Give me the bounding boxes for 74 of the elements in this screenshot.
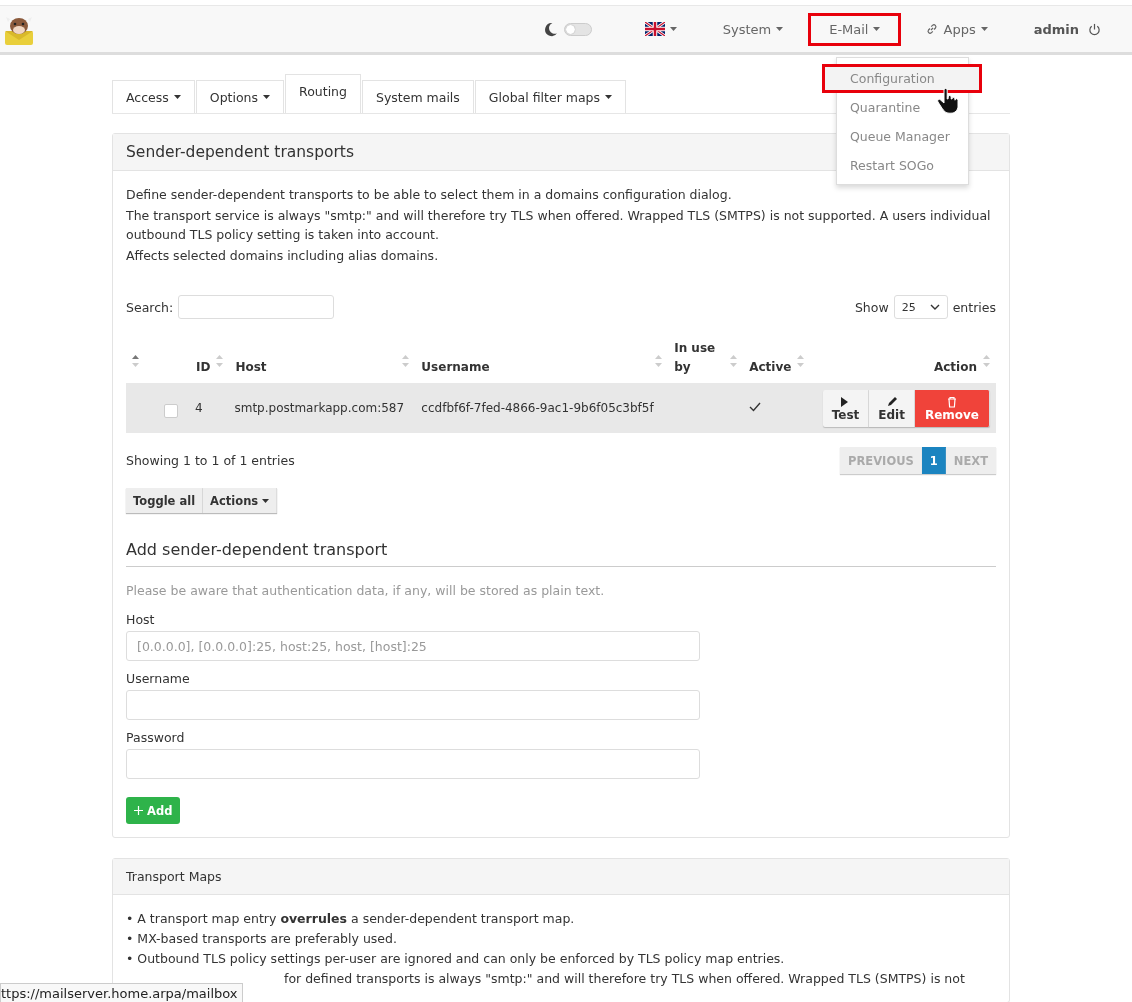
input-field[interactable]: [0.0.0.0], [0.0.0.0]:25, host:25, host, [host]:25 <box>126 631 700 661</box>
page-size-select[interactable]: 25 <box>893 295 948 319</box>
moon-icon <box>542 21 558 37</box>
field-label: Username <box>126 671 191 686</box>
description-text: Affects selected domains including alias domains. <box>126 247 440 265</box>
power-icon <box>1088 22 1101 36</box>
table-cell: ccdfbf6f-7fed-4866-9ac1-9b6f05c3bf5f <box>421 401 654 415</box>
nav-menu-button[interactable]: E-Mail <box>808 12 902 46</box>
caret-icon <box>173 95 181 99</box>
bullet-text: • MX-based transports are preferably used. <box>126 930 398 948</box>
show-label: Show <box>854 299 889 315</box>
theme-toggle[interactable] <box>563 22 592 36</box>
tab[interactable]: Routing <box>285 74 361 113</box>
input-field[interactable] <box>126 690 700 720</box>
column-header[interactable]: Action <box>933 358 977 377</box>
test-button[interactable]: Test <box>822 389 870 427</box>
caret-icon <box>263 95 271 99</box>
flag-icon <box>644 22 665 36</box>
field-label: Password <box>126 730 186 745</box>
pencil-icon <box>885 396 898 408</box>
column-header[interactable]: ID <box>196 358 211 377</box>
column-header[interactable]: In use by <box>674 339 725 377</box>
sort-icon <box>797 355 805 367</box>
description-text: Define sender-dependent transports to be able to select them in a domains configuration dialog. <box>126 186 733 204</box>
hand-cursor-icon <box>937 88 959 114</box>
caret-icon <box>776 27 784 31</box>
caret-icon <box>262 498 270 503</box>
pagination-button[interactable]: 1 <box>921 447 946 474</box>
user-menu-button[interactable]: admin <box>1012 12 1104 46</box>
tab[interactable]: Options <box>195 80 285 113</box>
table-cell: smtp.postmarkapp.com:587 <box>234 401 405 415</box>
menu-item[interactable]: Quarantine <box>822 93 982 122</box>
tab[interactable]: Access <box>112 80 195 113</box>
tab[interactable]: System mails <box>361 80 474 113</box>
search-label: Search: <box>126 299 174 315</box>
caret-icon <box>980 27 988 31</box>
caret-icon <box>873 27 881 31</box>
entries-label: entries <box>952 299 996 315</box>
sort-icon <box>402 355 410 367</box>
sort-ascending-icon <box>132 355 139 367</box>
column-header[interactable]: Host <box>235 358 267 377</box>
trash-icon <box>945 396 958 408</box>
bullet-text: • A transport map entry overrules a sender-dependent transport map. <box>126 910 576 928</box>
table-cell: 4 <box>195 401 203 415</box>
section-heading: Add sender-dependent transport <box>126 540 996 567</box>
column-header[interactable]: Active <box>749 358 792 377</box>
plus-icon <box>134 806 143 815</box>
note-text: Please be aware that authentication data, if any, will be stored as plain text. <box>126 583 606 598</box>
nav-menu-button[interactable]: System <box>701 12 805 46</box>
link-icon <box>926 23 939 35</box>
nav-menu-button[interactable]: Apps <box>905 12 1009 46</box>
table-info-text: Showing 1 to 1 of 1 entries <box>126 453 295 468</box>
sort-icon <box>216 355 224 367</box>
bullet-text: for defined transports is always "smtp:" and will therefore try TLS when offered. Wrapped TLS (SMTPS) is not <box>283 970 966 988</box>
toggle-all-button[interactable]: Toggle all <box>126 488 204 513</box>
sort-icon <box>983 355 990 367</box>
caret-icon <box>605 95 613 99</box>
tab[interactable]: Global filter maps <box>474 80 627 113</box>
bullet-text: • Outbound TLS policy settings per-user are ignored and can only be enforced by TLS policy map entries. <box>126 950 786 968</box>
remove-button[interactable]: Remove <box>914 389 990 427</box>
row-checkbox[interactable] <box>164 404 178 418</box>
edit-button[interactable]: Edit <box>869 389 915 427</box>
search-field[interactable] <box>178 295 335 319</box>
caret-icon <box>669 27 677 31</box>
actions-dropdown-button[interactable]: Actions <box>203 488 278 513</box>
panel-title: Transport Maps <box>113 859 1009 895</box>
link-url-tooltip: ttps://mailserver.home.arpa/mailbox <box>0 983 243 1002</box>
column-header[interactable]: Username <box>421 358 490 377</box>
chevron-down-icon <box>929 304 940 310</box>
description-text: The transport service is always "smtp:" and will therefore try TLS when offered. Wrapped TLS (SMTPS) is not supported. A users individual outbound TLS policy setting is taken into account. <box>126 207 992 244</box>
field-label: Host <box>126 612 156 627</box>
sort-icon <box>730 355 738 367</box>
sort-icon <box>655 355 663 367</box>
input-field[interactable] <box>126 749 700 779</box>
